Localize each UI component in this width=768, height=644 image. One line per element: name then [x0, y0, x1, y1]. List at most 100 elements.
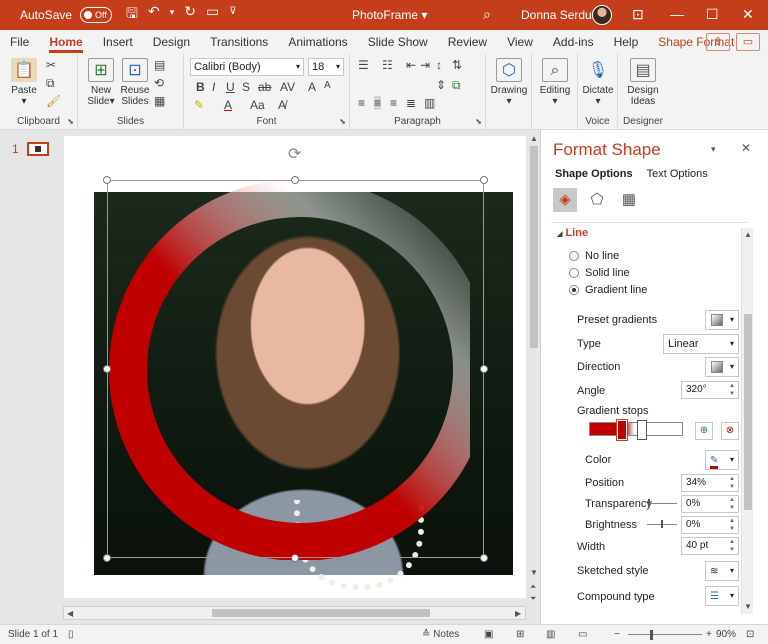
- undo-icon[interactable]: ↶: [148, 3, 160, 27]
- shrink-font-icon[interactable]: A: [324, 80, 331, 91]
- slide-sorter-icon[interactable]: ⊞: [516, 629, 524, 640]
- slide-show-icon[interactable]: ▭: [578, 629, 587, 640]
- effects-icon[interactable]: ⬠: [585, 188, 609, 212]
- user-name[interactable]: Donna Serdula: [521, 8, 601, 22]
- slide[interactable]: ⟳: [64, 136, 526, 598]
- tab-add-ins[interactable]: Add-ins: [543, 30, 604, 54]
- font-color-icon[interactable]: A: [224, 98, 232, 112]
- width-spinner[interactable]: 40 pt ▲ ▼: [681, 537, 739, 555]
- scroll-down-icon[interactable]: ▼: [744, 602, 752, 611]
- grow-font-icon[interactable]: A: [308, 80, 316, 94]
- transparency-slider[interactable]: [647, 503, 677, 504]
- increase-indent-icon[interactable]: ⇥: [420, 58, 430, 72]
- new-slide-button[interactable]: ⊞ New Slide▾: [84, 58, 118, 107]
- tab-animations[interactable]: Animations: [278, 30, 357, 54]
- line-spacing-icon[interactable]: ↕: [436, 58, 442, 72]
- font-launcher-icon[interactable]: ⬊: [339, 117, 346, 126]
- layout-icon[interactable]: ▤: [154, 58, 165, 72]
- customize-qat-icon[interactable]: ⊽: [229, 3, 236, 27]
- previous-slide-icon[interactable]: ⏶: [530, 582, 536, 592]
- slide-thumbnail[interactable]: [27, 142, 49, 156]
- transparency-slider-knob[interactable]: [648, 499, 650, 507]
- zoom-slider-knob[interactable]: [650, 630, 653, 640]
- tab-review[interactable]: Review: [438, 30, 497, 54]
- next-slide-icon[interactable]: ⏷: [530, 594, 536, 604]
- type-dropdown[interactable]: Linear ▾: [663, 334, 739, 354]
- tab-file[interactable]: File: [0, 30, 39, 54]
- solid-line-radio[interactable]: Solid line: [569, 267, 630, 279]
- drawing-button[interactable]: ⬡ Drawing ▾: [488, 58, 530, 107]
- pane-scrollbar[interactable]: ▲ ▼: [741, 228, 753, 614]
- paragraph-launcher-icon[interactable]: ⬊: [475, 117, 482, 126]
- vertical-scroll-thumb[interactable]: [530, 146, 538, 348]
- tab-slide-show[interactable]: Slide Show: [358, 30, 438, 54]
- align-center-icon[interactable]: ≡: [374, 96, 382, 110]
- line-section-header[interactable]: ◢ Line: [557, 227, 588, 239]
- angle-spinner[interactable]: 320° ▲ ▼: [681, 381, 739, 399]
- position-spinner[interactable]: 34% ▲ ▼: [681, 474, 739, 492]
- horizontal-scroll-thumb[interactable]: [212, 609, 430, 617]
- color-dropdown[interactable]: ✎ ▾: [705, 450, 739, 470]
- scroll-down-icon[interactable]: ▼: [530, 568, 538, 577]
- bullets-icon[interactable]: ☰: [358, 58, 369, 72]
- clipboard-launcher-icon[interactable]: ⬊: [67, 117, 74, 126]
- cut-icon[interactable]: ✂: [46, 58, 56, 72]
- zoom-out-button[interactable]: −: [614, 629, 620, 640]
- maximize-icon[interactable]: ☐: [706, 6, 719, 23]
- remove-gradient-stop-icon[interactable]: ⊗: [721, 422, 739, 440]
- bold-icon[interactable]: B: [196, 80, 205, 94]
- tab-transitions[interactable]: Transitions: [200, 30, 278, 54]
- align-text-icon[interactable]: ⇕: [436, 78, 446, 92]
- font-size-combo[interactable]: 18 ▾: [308, 58, 344, 76]
- resize-handle[interactable]: [103, 176, 111, 184]
- comments-icon[interactable]: ▭: [736, 33, 760, 51]
- zoom-slider[interactable]: [628, 634, 702, 635]
- window-title[interactable]: PhotoFrame ▾: [352, 8, 427, 22]
- scroll-up-icon[interactable]: ▲: [744, 230, 752, 239]
- start-from-beginning-icon[interactable]: ▭: [206, 3, 219, 27]
- tab-shape-options[interactable]: Shape Options: [555, 168, 633, 180]
- preset-gradients-dropdown[interactable]: ▾: [705, 310, 739, 330]
- pane-scroll-thumb[interactable]: [744, 314, 752, 510]
- brightness-spinner[interactable]: 0% ▲ ▼: [681, 516, 739, 534]
- minimize-icon[interactable]: —: [670, 6, 684, 22]
- paste-button[interactable]: 📋 Paste ▾: [8, 58, 40, 107]
- clear-formatting-icon[interactable]: A̸: [278, 98, 286, 112]
- scroll-right-icon[interactable]: ▶: [515, 609, 521, 618]
- reset-icon[interactable]: ⟲: [154, 76, 164, 90]
- tab-insert[interactable]: Insert: [93, 30, 143, 54]
- smartart-icon[interactable]: ⧉: [452, 78, 461, 93]
- gradient-stop-1[interactable]: [616, 419, 628, 441]
- horizontal-scrollbar[interactable]: ◀ ▶: [63, 606, 526, 620]
- undo-dropdown-icon[interactable]: ▾: [170, 3, 175, 27]
- reading-view-icon[interactable]: ▥: [546, 629, 555, 640]
- decrease-indent-icon[interactable]: ⇤: [406, 58, 416, 72]
- close-icon[interactable]: ✕: [742, 6, 754, 23]
- resize-handle[interactable]: [480, 365, 488, 373]
- pane-options-icon[interactable]: ▾: [711, 144, 716, 155]
- tab-design[interactable]: Design: [143, 30, 200, 54]
- share-icon[interactable]: ⇪: [706, 33, 730, 51]
- resize-handle[interactable]: [291, 176, 299, 184]
- gradient-stop-2[interactable]: [637, 420, 647, 440]
- direction-dropdown[interactable]: ▾: [705, 357, 739, 377]
- gradient-line-radio[interactable]: Gradient line: [569, 284, 647, 296]
- zoom-in-button[interactable]: +: [706, 629, 712, 640]
- dictate-button[interactable]: 🎙 Dictate ▾: [580, 58, 616, 107]
- format-painter-icon[interactable]: 🖌: [46, 94, 61, 108]
- zoom-level[interactable]: 90%: [716, 629, 736, 640]
- align-right-icon[interactable]: ≡: [390, 96, 397, 110]
- resize-handle[interactable]: [103, 365, 111, 373]
- section-icon[interactable]: ▦: [154, 94, 165, 108]
- strikethrough-icon[interactable]: ab: [258, 80, 271, 94]
- columns-icon[interactable]: ▥: [424, 96, 435, 110]
- add-gradient-stop-icon[interactable]: ⊕: [695, 422, 713, 440]
- fit-to-window-icon[interactable]: ⊡: [746, 629, 754, 640]
- close-pane-icon[interactable]: ✕: [741, 141, 751, 155]
- font-name-combo[interactable]: Calibri (Body) ▾: [190, 58, 304, 76]
- size-properties-icon[interactable]: ▦: [617, 188, 641, 212]
- text-direction-icon[interactable]: ⇅: [452, 58, 462, 72]
- vertical-scrollbar[interactable]: ▲ ▼ ⏶ ⏷: [528, 130, 540, 610]
- save-icon[interactable]: 🖫: [126, 3, 138, 27]
- scroll-up-icon[interactable]: ▲: [530, 134, 538, 143]
